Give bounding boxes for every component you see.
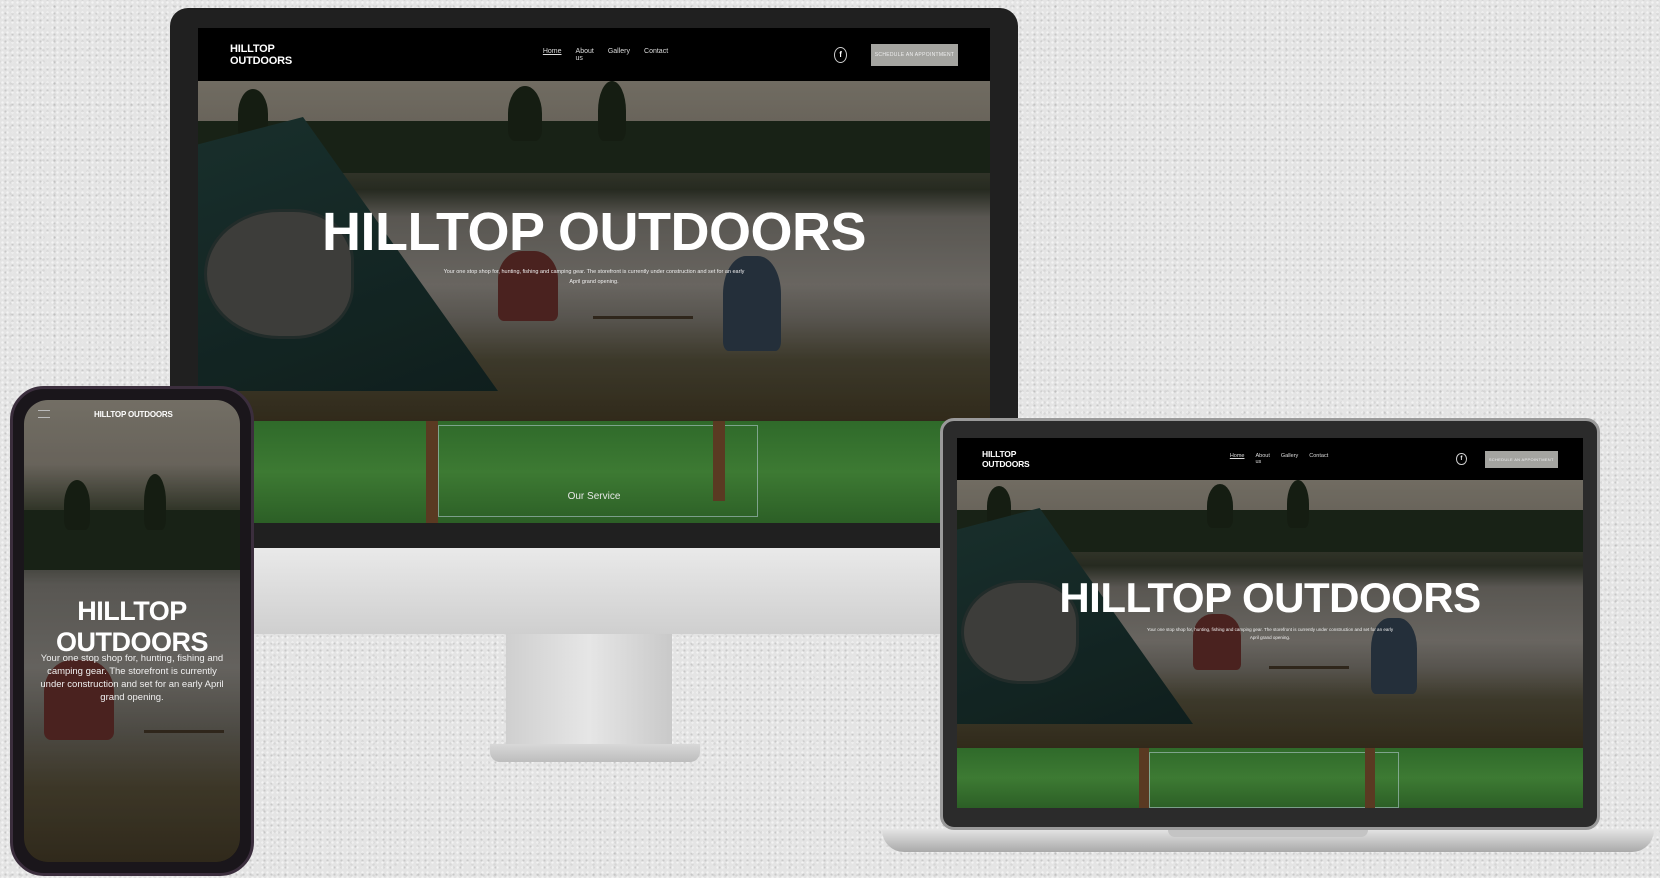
desktop-logo[interactable]: HILLTOP OUTDOORS (230, 43, 315, 67)
desktop-monitor-stand (506, 634, 672, 746)
nav-about-us[interactable]: About us (576, 48, 594, 62)
fence (438, 425, 758, 517)
desktop-hero-text: Your one stop shop for, hunting, fishing… (443, 269, 745, 285)
fence-post (713, 421, 725, 501)
facebook-icon[interactable]: f (834, 46, 848, 63)
laptop-notch (1168, 830, 1368, 837)
nav-home[interactable]: Home (1230, 453, 1245, 465)
desktop-our-service-label: Our Service (567, 491, 621, 502)
nav-gallery[interactable]: Gallery (608, 48, 630, 62)
facebook-icon[interactable]: f (1456, 453, 1467, 465)
nav-contact[interactable]: Contact (644, 48, 668, 62)
phone-hero: HILLTOP OUTDOORS Your one stop shop for,… (24, 400, 240, 862)
laptop-hero: HILLTOP OUTDOORS Your one stop shop for,… (957, 480, 1583, 748)
desktop-hero: HILLTOP OUTDOORS Your one stop shop for,… (198, 81, 990, 421)
nav-contact[interactable]: Contact (1309, 453, 1328, 465)
phone-hero-text: Your one stop shop for, hunting, fishing… (40, 653, 224, 703)
desktop-navbar: HILLTOP OUTDOORS Home About us Gallery C… (198, 28, 990, 81)
desktop-nav-menu: Home About us Gallery Contact (543, 48, 668, 62)
schedule-appointment-button[interactable]: SCHEDULE AN APPOINTMENT (871, 43, 958, 66)
fence-post (1365, 748, 1375, 808)
fence-post (426, 421, 438, 523)
phone-navbar: HILLTOP OUTDOORS (24, 400, 240, 428)
laptop-nav-menu: Home About us Gallery Contact (1230, 453, 1328, 465)
fence-post (1139, 748, 1149, 808)
desktop-services-section: Our Service (198, 421, 990, 523)
desktop-monitor-base (490, 744, 700, 762)
laptop-hero-text: Your one stop shop for, hunting, fishing… (1146, 627, 1394, 640)
desktop-site-screen: HILLTOP OUTDOORS Home About us Gallery C… (198, 28, 990, 523)
schedule-appointment-button[interactable]: SCHEDULE AN APPOINTMENT (1484, 450, 1558, 468)
laptop-navbar: HILLTOP OUTDOORS Home About us Gallery C… (957, 438, 1583, 480)
phone-hero-title: HILLTOP OUTDOORS (55, 596, 209, 657)
laptop-logo[interactable]: HILLTOP OUTDOORS (982, 449, 1052, 469)
laptop-services-section (957, 748, 1583, 808)
desktop-monitor-chin (170, 548, 1018, 634)
laptop-hero-title: HILLTOP OUTDOORS (1059, 574, 1481, 621)
fence (1149, 752, 1399, 808)
laptop-site-screen: HILLTOP OUTDOORS Home About us Gallery C… (957, 438, 1583, 808)
nav-gallery[interactable]: Gallery (1281, 453, 1298, 465)
nav-about-us[interactable]: About us (1255, 453, 1269, 465)
phone-logo[interactable]: HILLTOP OUTDOORS (94, 410, 173, 419)
hamburger-menu-icon[interactable] (38, 410, 50, 418)
nav-home[interactable]: Home (543, 48, 562, 62)
desktop-hero-title: HILLTOP OUTDOORS (321, 202, 867, 262)
phone-site-screen: HILLTOP OUTDOORS HILLTOP OUTDOORS Your o… (24, 400, 240, 862)
